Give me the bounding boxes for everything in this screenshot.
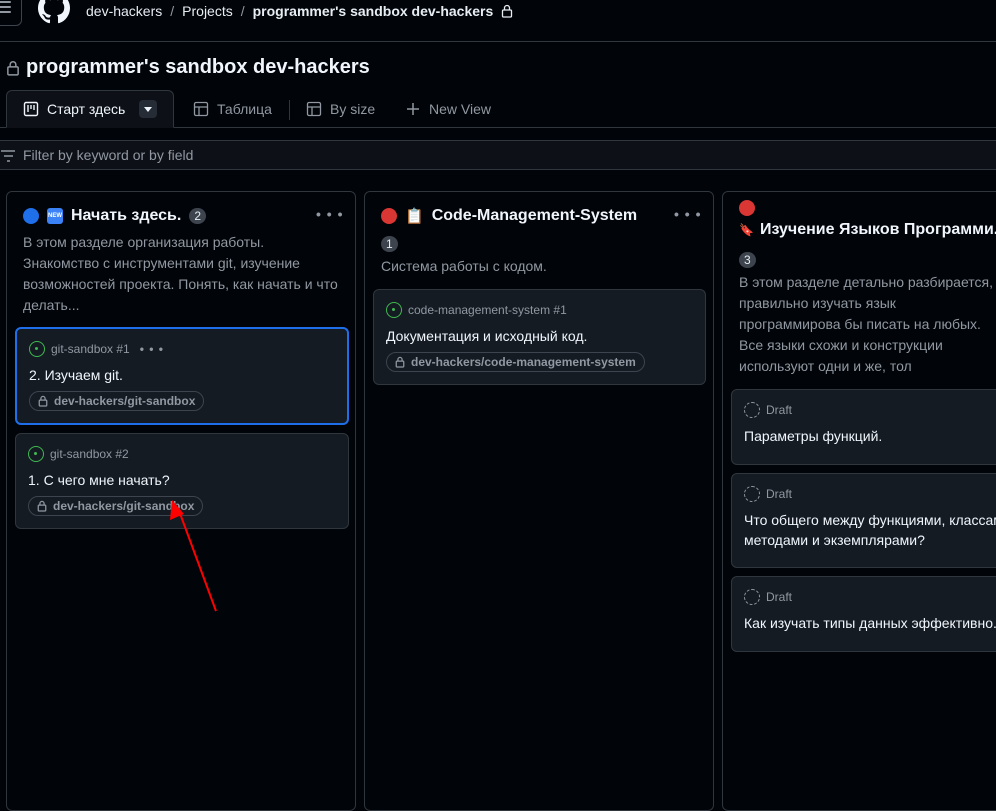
column-color-dot bbox=[739, 200, 755, 216]
tab-table[interactable]: Таблица bbox=[193, 90, 272, 128]
column-description: В этом разделе организация работы. Знако… bbox=[23, 234, 338, 313]
table-icon bbox=[193, 101, 209, 117]
draft-card[interactable]: Draft Что общего между функциями, класса… bbox=[731, 473, 996, 568]
lock-icon bbox=[395, 356, 405, 368]
card-meta: git-sandbox #1 • • • bbox=[29, 341, 164, 357]
view-tabs: Старт здесь Таблица By size New View bbox=[0, 90, 996, 128]
card-title[interactable]: Что общего между функциями, классам мето… bbox=[744, 510, 996, 550]
column-header: 📋 Code-Management-System bbox=[381, 207, 637, 225]
breadcrumb-separator: / bbox=[170, 3, 175, 19]
issue-open-icon bbox=[29, 341, 45, 357]
menu-icon[interactable] bbox=[0, 0, 22, 26]
draft-label: Draft bbox=[766, 403, 793, 417]
draft-icon bbox=[744, 402, 760, 418]
draft-card[interactable]: Draft Параметры функций. bbox=[731, 389, 996, 465]
card-meta: Draft bbox=[744, 402, 792, 418]
tab-label: Таблица bbox=[217, 101, 272, 117]
board-column: NEW Начать здесь. 2 • • • В этом разделе… bbox=[6, 191, 356, 811]
filter-icon bbox=[1, 150, 15, 162]
new-view-button[interactable]: New View bbox=[405, 90, 491, 128]
tab-divider bbox=[289, 100, 290, 120]
breadcrumb-org[interactable]: dev-hackers bbox=[86, 3, 162, 19]
draft-label: Draft bbox=[766, 487, 793, 501]
tab-start-here[interactable]: Старт здесь bbox=[6, 90, 175, 128]
bookmark-emoji-icon: 🔖 bbox=[739, 223, 754, 237]
column-color-dot bbox=[23, 208, 39, 224]
tab-by-size[interactable]: By size bbox=[306, 90, 375, 128]
lock-icon bbox=[37, 500, 47, 512]
github-logo-icon[interactable] bbox=[38, 0, 70, 24]
draft-icon bbox=[744, 589, 760, 605]
draft-card[interactable]: Draft Как изучать типы данных эффективно… bbox=[731, 576, 996, 652]
chevron-down-icon[interactable] bbox=[139, 100, 158, 118]
issue-card[interactable]: code-management-system #1 Документация и… bbox=[373, 289, 706, 385]
column-count-badge: 2 bbox=[189, 208, 207, 224]
table-icon bbox=[306, 101, 322, 117]
card-title[interactable]: 1. С чего мне начать? bbox=[28, 470, 170, 490]
column-menu-button[interactable]: • • • bbox=[316, 206, 343, 222]
new-emoji-icon: NEW bbox=[47, 208, 63, 224]
card-meta: code-management-system #1 bbox=[386, 302, 567, 318]
board-column: 📋 Code-Management-System • • • 1 Система… bbox=[364, 191, 714, 811]
column-title: Изучение Языков Программи... bbox=[759, 221, 996, 238]
card-meta: Draft bbox=[744, 589, 792, 605]
column-description: Система работы с кодом. bbox=[381, 258, 547, 274]
column-color-dot bbox=[381, 208, 397, 224]
card-title[interactable]: Как изучать типы данных эффективно. bbox=[744, 613, 996, 633]
card-meta: Draft bbox=[744, 486, 792, 502]
repo-name: dev-hackers/git-sandbox bbox=[54, 394, 196, 408]
column-title: Code-Management-System bbox=[431, 207, 638, 224]
column-description: В этом разделе детально разбирается, пра… bbox=[739, 274, 994, 374]
breadcrumb-separator: / bbox=[240, 3, 245, 19]
card-title[interactable]: Документация и исходный код. bbox=[386, 326, 587, 346]
lock-icon bbox=[7, 60, 19, 76]
column-menu-button[interactable]: • • • bbox=[674, 206, 701, 222]
card-meta: git-sandbox #2 bbox=[28, 446, 129, 462]
breadcrumb-projects[interactable]: Projects bbox=[182, 3, 233, 19]
issue-card[interactable]: git-sandbox #2 1. С чего мне начать? dev… bbox=[15, 433, 349, 529]
project-header: programmer's sandbox dev-hackers bbox=[6, 56, 370, 79]
tab-label: By size bbox=[330, 101, 376, 117]
repo-label[interactable]: dev-hackers/code-management-system bbox=[386, 352, 645, 372]
repo-name: dev-hackers/code-management-system bbox=[411, 355, 636, 369]
top-bar: dev-hackers / Projects / programmer's sa… bbox=[0, 0, 996, 42]
lock-icon bbox=[38, 395, 48, 407]
draft-label: Draft bbox=[766, 590, 793, 604]
issue-reference[interactable]: git-sandbox #1 bbox=[51, 342, 130, 356]
card-menu-button[interactable]: • • • bbox=[140, 342, 164, 356]
filter-input[interactable]: Filter by keyword or by field bbox=[23, 147, 193, 163]
tab-label: Старт здесь bbox=[47, 101, 126, 117]
breadcrumb-project[interactable]: programmer's sandbox dev-hackers bbox=[253, 3, 494, 19]
repo-name: dev-hackers/git-sandbox bbox=[53, 499, 195, 513]
breadcrumb: dev-hackers / Projects / programmer's sa… bbox=[86, 2, 513, 20]
card-title[interactable]: 2. Изучаем git. bbox=[29, 365, 123, 385]
board-icon bbox=[23, 101, 39, 117]
lock-icon bbox=[502, 4, 513, 18]
column-title: Начать здесь. bbox=[71, 207, 182, 224]
repo-label[interactable]: dev-hackers/git-sandbox bbox=[29, 391, 205, 411]
repo-label[interactable]: dev-hackers/git-sandbox bbox=[28, 496, 204, 516]
clipboard-emoji-icon: 📋 bbox=[405, 208, 424, 225]
board-column: 🔖 Изучение Языков Программи... 3 В этом … bbox=[722, 191, 996, 811]
draft-icon bbox=[744, 486, 760, 502]
tab-label: New View bbox=[429, 101, 491, 117]
issue-reference[interactable]: code-management-system #1 bbox=[408, 303, 567, 317]
column-header: NEW Начать здесь. 2 bbox=[23, 207, 207, 225]
card-title[interactable]: Параметры функций. bbox=[744, 426, 882, 446]
column-count-badge: 1 bbox=[381, 236, 398, 252]
issue-card[interactable]: git-sandbox #1 • • • 2. Изучаем git. dev… bbox=[15, 327, 349, 425]
issue-open-icon bbox=[28, 446, 44, 462]
page-title: programmer's sandbox dev-hackers bbox=[26, 56, 370, 78]
issue-reference[interactable]: git-sandbox #2 bbox=[50, 447, 129, 461]
column-count-badge: 3 bbox=[739, 252, 756, 268]
issue-open-icon bbox=[386, 302, 402, 318]
filter-bar[interactable]: Filter by keyword or by field bbox=[0, 140, 996, 170]
plus-icon bbox=[407, 103, 419, 115]
column-header: 🔖 Изучение Языков Программи... bbox=[739, 221, 996, 239]
